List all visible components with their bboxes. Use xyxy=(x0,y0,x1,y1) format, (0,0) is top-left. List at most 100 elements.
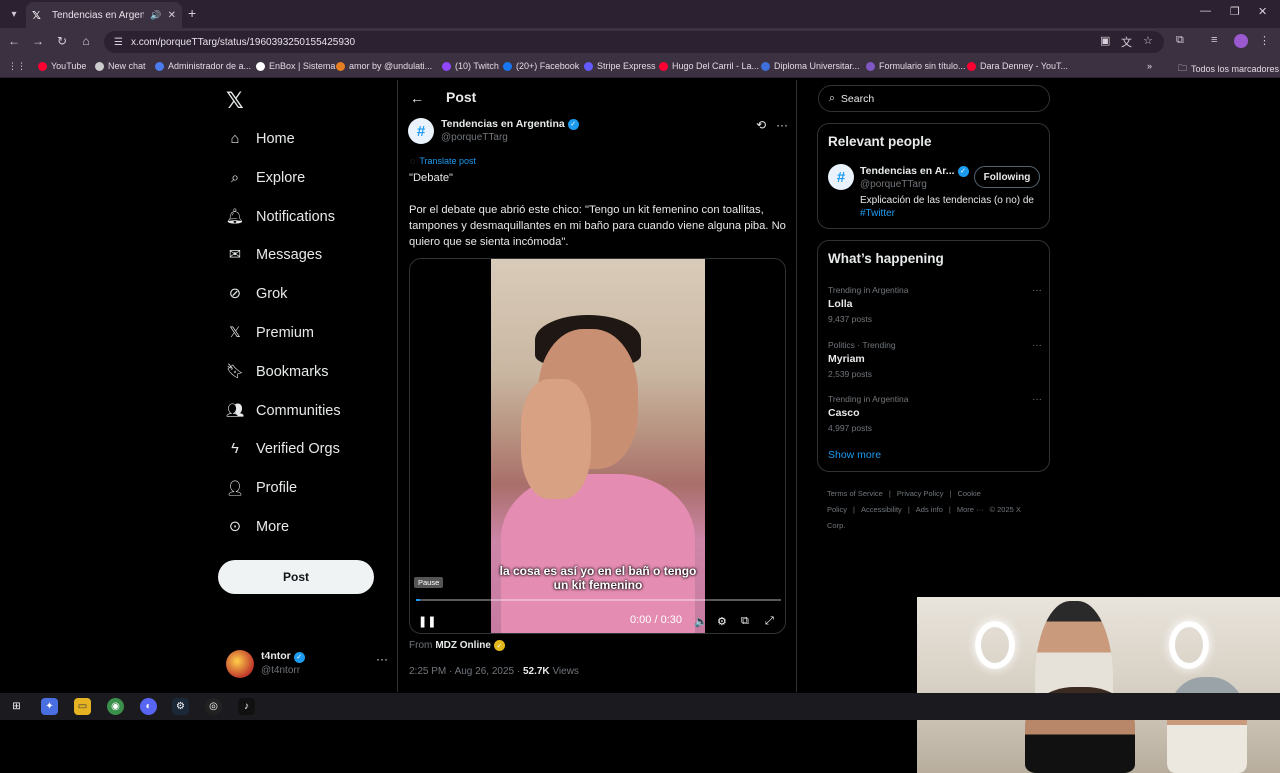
audio-playing-icon[interactable]: 🔊 xyxy=(150,10,161,21)
pause-icon[interactable]: ❚❚ xyxy=(418,615,436,628)
restore-icon[interactable]: ❐ xyxy=(1230,5,1240,18)
minimize-icon[interactable]: — xyxy=(1200,5,1211,17)
footer-link[interactable]: Accessibility xyxy=(861,505,902,514)
bookmark-item[interactable]: amor by @undulati... xyxy=(336,61,432,71)
star-icon[interactable]: ☆ xyxy=(1143,34,1153,47)
fullscreen-icon[interactable]: ⤢ xyxy=(765,615,774,628)
address-bar[interactable]: ☰ x.com/porqueTTarg/status/1960393250155… xyxy=(104,31,1164,53)
apps-icon[interactable]: ⋮⋮ xyxy=(8,61,26,72)
extensions-icon[interactable]: ⧉ xyxy=(1176,34,1184,47)
author-avatar[interactable]: # xyxy=(408,118,434,144)
reading-list-icon[interactable]: ≡ xyxy=(1211,34,1217,46)
post-button[interactable]: Post xyxy=(218,560,374,594)
footer-separator: | xyxy=(907,505,910,514)
home-browser-icon[interactable]: ⌂ xyxy=(78,34,94,48)
nav-item-communities[interactable]: 👥︎ Communities xyxy=(226,402,341,420)
copilot-icon[interactable]: ✦ xyxy=(41,698,58,715)
forward-icon[interactable]: → xyxy=(30,34,46,48)
bookmark-item[interactable]: Hugo Del Carril - La... xyxy=(659,61,759,71)
nav-item-more[interactable]: ⊙ More xyxy=(226,518,289,536)
nav-item-premium[interactable]: 𝕏 Premium xyxy=(226,324,314,342)
x-logo-icon[interactable]: 𝕏 xyxy=(226,88,244,114)
browser-menu-icon[interactable]: ⋮ xyxy=(1259,34,1270,47)
windows-start-icon[interactable]: ⊞ xyxy=(8,698,25,715)
nav-item-home[interactable]: ⌂ Home xyxy=(226,130,295,148)
obs-icon[interactable]: ◎ xyxy=(205,698,222,715)
tab-search-icon[interactable]: ▾ xyxy=(6,6,22,22)
footer-link[interactable]: More ··· xyxy=(957,505,984,514)
following-button[interactable]: Following xyxy=(974,166,1040,188)
video-player[interactable]: la cosa es así yo en el bañ o tengo un k… xyxy=(409,258,786,634)
bookmark-item[interactable]: New chat xyxy=(95,61,146,71)
nav-item-verified-orgs[interactable]: ϟ Verified Orgs xyxy=(226,440,340,458)
show-more-link[interactable]: Show more xyxy=(828,449,881,461)
bookmarks-folder[interactable]: 🗀 Todos los marcadores xyxy=(1178,61,1279,77)
video-progress-bar[interactable] xyxy=(416,599,781,601)
new-tab-icon[interactable]: + xyxy=(188,5,196,21)
nav-item-messages[interactable]: ✉ Messages xyxy=(226,246,322,264)
trend-more-icon[interactable]: ··· xyxy=(1032,340,1042,351)
trend-item[interactable]: Politics · Trending Myriam 2,539 posts ··· xyxy=(828,340,1043,379)
cast-icon[interactable]: ▣ xyxy=(1100,34,1110,47)
author-handle[interactable]: @porqueTTarg xyxy=(441,132,508,143)
translate-icon[interactable]: 文 xyxy=(1121,34,1132,50)
footer-link[interactable]: Privacy Policy xyxy=(897,489,944,498)
bookmark-item[interactable]: YouTube xyxy=(38,61,86,71)
volume-icon[interactable]: 🔈 xyxy=(694,615,708,628)
discord-icon[interactable]: ◐ xyxy=(140,698,157,715)
nav-item-profile[interactable]: 👤︎ Profile xyxy=(226,479,297,497)
bookmark-item[interactable]: Stripe Express xyxy=(584,61,656,71)
relevant-person-name[interactable]: Tendencias en Ar... xyxy=(860,165,955,177)
bookmarks-overflow-icon[interactable]: » xyxy=(1147,61,1152,71)
nav-item-explore[interactable]: ⌕ Explore xyxy=(226,169,305,187)
bookmark-item[interactable]: Diploma Universitar... xyxy=(761,61,860,71)
reload-icon[interactable]: ↻ xyxy=(54,34,70,48)
author-name[interactable]: Tendencias en Argentina xyxy=(441,118,565,130)
nav-item-bookmarks[interactable]: 🔖︎ Bookmarks xyxy=(226,363,329,381)
bookmark-favicon-icon xyxy=(967,61,976,71)
trend-more-icon[interactable]: ··· xyxy=(1032,285,1042,296)
translate-post-link[interactable]: ◌ Translate post xyxy=(410,156,476,166)
post-more-icon[interactable]: ··· xyxy=(776,118,788,132)
footer-link[interactable]: Terms of Service xyxy=(827,489,883,498)
bio-hashtag-link[interactable]: #Twitter xyxy=(860,208,895,219)
back-arrow-icon[interactable]: ← xyxy=(410,90,424,106)
bookmark-item[interactable]: Formulario sin título... xyxy=(866,61,966,71)
left-sidebar: 𝕏 ⌂ Home ⌕ Explore 🔔︎ Notifications ✉ Messages ⊘… xyxy=(218,80,398,692)
close-window-icon[interactable]: ✕ xyxy=(1258,5,1267,18)
relevant-person-avatar[interactable]: # xyxy=(828,164,854,190)
site-info-icon[interactable]: ☰ xyxy=(114,37,123,48)
search-input[interactable]: ⌕ Search xyxy=(818,85,1050,112)
file-explorer-icon[interactable]: ▭ xyxy=(74,698,91,715)
browser-tab[interactable]: 𝕏 Tendencias en Argentina c 🔊 ✕ xyxy=(26,2,182,28)
footer-separator: | xyxy=(949,489,952,498)
nav-item-grok[interactable]: ⊘ Grok xyxy=(226,285,288,303)
trend-item[interactable]: Trending in Argentina Casco 4,997 posts ··· xyxy=(828,394,1043,433)
nav-item-notifications[interactable]: 🔔︎ Notifications xyxy=(226,208,335,226)
chrome-icon[interactable]: ◉ xyxy=(107,698,124,715)
video-time: 0:00 / 0:30 xyxy=(630,614,682,626)
bookmark-favicon-icon xyxy=(38,61,47,71)
close-tab-icon[interactable]: ✕ xyxy=(168,10,176,21)
tiktok-icon[interactable]: ♪ xyxy=(238,698,255,715)
profile-avatar[interactable] xyxy=(1234,34,1248,48)
grok-icon[interactable]: ⟲ xyxy=(756,118,766,132)
picture-in-picture-icon[interactable]: ⧉ xyxy=(741,615,749,628)
bookmark-item[interactable]: Dara Denney - YouT... xyxy=(967,61,1068,71)
post-timestamp[interactable]: 2:25 PM · Aug 26, 2025 · xyxy=(409,666,523,677)
account-switcher[interactable]: t4ntor ✓ @t4ntorr ··· xyxy=(226,650,388,680)
footer-separator: | xyxy=(853,505,855,514)
from-account[interactable]: MDZ Online xyxy=(435,640,491,651)
back-icon[interactable]: ← xyxy=(6,34,22,48)
trend-item[interactable]: Trending in Argentina Lolla 9,437 posts ··· xyxy=(828,285,1043,324)
settings-icon[interactable]: ⚙ xyxy=(717,615,727,628)
account-more-icon[interactable]: ··· xyxy=(376,652,388,666)
bookmark-item[interactable]: Administrador de a... xyxy=(155,61,251,71)
steam-icon[interactable]: ⚙ xyxy=(172,698,189,715)
trend-more-icon[interactable]: ··· xyxy=(1032,394,1042,405)
footer-link[interactable]: Ads info xyxy=(916,505,943,514)
bookmark-item[interactable]: EnBox | Sistema xyxy=(256,61,335,71)
bookmark-item[interactable]: (20+) Facebook xyxy=(503,61,579,71)
bookmark-item[interactable]: (10) Twitch xyxy=(442,61,499,71)
verified-org-badge-icon: ✓ xyxy=(493,640,505,651)
